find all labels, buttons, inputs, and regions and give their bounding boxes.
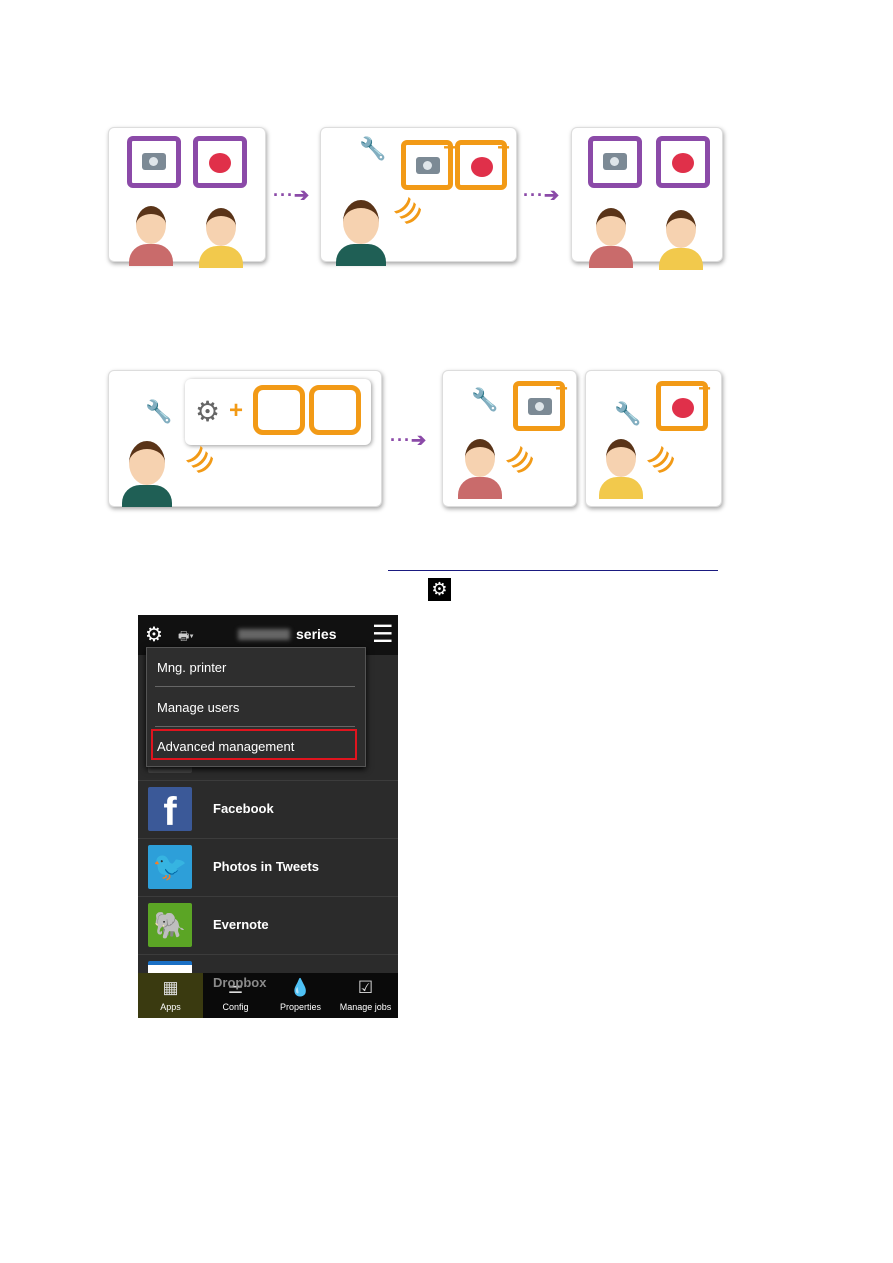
plus-icon: + [229,397,244,424]
wrench-icon: 🔧 [359,136,387,161]
wrench-icon: 🔧 [614,401,642,426]
illustration-child-add: 🔧 + ))) [585,370,722,507]
tab-apps[interactable]: ▦ Apps [138,973,203,1018]
menu-item-manage-users[interactable]: Manage users [147,688,365,726]
illustration-admin-grant: 🔧 ⚙ + ))) [108,370,382,507]
blurred-model-name [238,629,290,640]
illustration-woman-add: 🔧 + ))) [442,370,577,507]
apple-icon [209,153,231,173]
wifi-icon: ))) [505,443,539,477]
woman-figure [129,206,173,266]
print-bubble [656,136,710,188]
camera-add-box: + [401,135,456,190]
menu-item-mng-printer[interactable]: Mng. printer [147,648,365,686]
child-figure [659,210,703,270]
menu-item-advanced-management[interactable]: Advanced management [151,729,357,760]
printer-icon[interactable]: 🖶▾ [178,627,194,648]
app-item-photos-in-tweets[interactable]: 🐦 Photos in Tweets [138,839,398,897]
admin-figure [122,441,172,507]
woman-figure [589,208,633,268]
print-bubble [193,136,247,188]
tab-manage-jobs[interactable]: ☑ Manage jobs [333,973,398,1018]
print-add-box: + [656,376,711,431]
apple-icon [672,398,694,418]
camera-bubble [588,136,642,188]
series-label: series [296,626,337,642]
camera-icon [603,153,627,170]
illustration-users-use [571,127,723,270]
camera-bubble [127,136,181,188]
bird-icon: 🐦 [148,845,192,889]
gear-icon[interactable]: ⚙ [145,622,163,647]
app-label: Evernote [213,917,269,932]
app-label: Photos in Tweets [213,859,319,874]
bottom-tab-bar: ▦ Apps ⚌ Config 💧 Properties ☑ Manage jobs [138,973,398,1018]
document-page: ···➔ 🔧 + + ))) ···➔ 🔧 ⚙ + ))) ···➔ 🔧 + )… [0,0,893,1263]
admin-figure [336,200,386,266]
wrench-icon: 🔧 [145,399,173,424]
woman-face-box [253,385,305,435]
app-label: Facebook [213,801,274,816]
tab-properties[interactable]: 💧 Properties [268,973,333,1018]
wrench-icon: 🔧 [471,387,499,412]
app-label-dropbox[interactable]: Dropbox [213,975,266,990]
wifi-icon: ))) [393,194,427,228]
child-figure [199,208,243,268]
child-face-box [309,385,361,435]
phone-screenshot: ⚙ 🖶▾ series ☰ f Facebook 🐦 Photos in Twe… [138,615,398,1018]
gear-icon: ⚙ [428,578,451,601]
gear-icon: ⚙ [195,396,221,427]
wifi-icon: ))) [185,443,219,477]
print-add-box: + [455,135,510,190]
illustration-admin-add: 🔧 + + ))) [320,127,517,266]
link-underline[interactable] [388,570,718,571]
arrow-right-icon: ···➔ [523,185,561,205]
camera-icon [416,157,440,174]
camera-icon [528,398,552,415]
arrow-right-icon: ···➔ [273,185,311,205]
ink-drop-icon: 💧 [289,978,312,997]
arrow-right-icon: ···➔ [390,430,428,450]
facebook-icon: f [148,787,192,834]
woman-figure [458,439,502,499]
child-figure [599,439,643,499]
apple-icon [672,153,694,173]
apple-icon [471,157,493,177]
settings-dropdown-menu: Mng. printer Manage users Advanced manag… [146,647,366,767]
app-item-facebook[interactable]: f Facebook [138,781,398,839]
camera-icon [142,153,166,170]
camera-add-box: + [513,376,568,431]
rights-box: ⚙ + [185,379,371,445]
app-item-evernote[interactable]: 🐘 Evernote [138,897,398,955]
checklist-icon: ☑ [357,978,374,997]
apps-icon: ▦ [162,978,179,997]
menu-icon[interactable]: ☰ [372,620,394,649]
illustration-users-request [108,127,266,268]
evernote-icon: 🐘 [148,903,192,947]
wifi-icon: ))) [646,443,680,477]
